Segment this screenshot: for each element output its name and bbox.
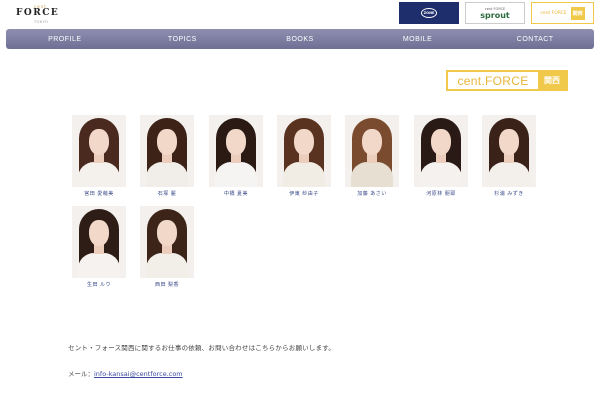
talent-card[interactable]: 杉浦 みずき: [482, 115, 536, 197]
talent-photo[interactable]: [72, 206, 126, 278]
talent-name[interactable]: 石塚 麗: [140, 190, 194, 197]
talent-name[interactable]: 生田 ルウ: [72, 281, 126, 288]
site-header: cent FORCE TOKYO ZONE cent FORCE sprout …: [0, 0, 600, 28]
talent-card[interactable]: 伊東 紗由子: [277, 115, 331, 197]
talent-card[interactable]: 河原林 朋耶: [414, 115, 468, 197]
talent-card[interactable]: 石塚 麗: [140, 115, 194, 197]
talent-card[interactable]: 加藤 あさい: [345, 115, 399, 197]
mail-link[interactable]: info-kansai@centforce.com: [94, 370, 183, 378]
contact-info-text: セント・フォース関西に関するお仕事の依頼、お問い合わせはこちらからお願いします。: [68, 344, 336, 352]
mail-label: メール：: [68, 370, 94, 378]
logo-sub-text: TOKYO: [34, 20, 49, 24]
nav-item-contact[interactable]: CONTACT: [476, 29, 594, 49]
talent-photo[interactable]: [414, 115, 468, 187]
talent-name[interactable]: 杉浦 みずき: [482, 190, 536, 197]
talent-card[interactable]: 生田 ルウ: [72, 206, 126, 288]
talent-photo[interactable]: [140, 206, 194, 278]
zone-banner[interactable]: ZONE: [399, 2, 459, 24]
contact-mail-line: メール：info-kansai@centforce.com: [68, 368, 183, 378]
logo-main-text: FORCE: [16, 8, 60, 18]
talent-card[interactable]: 中橋 夏美: [209, 115, 263, 197]
talent-photo[interactable]: [140, 115, 194, 187]
main-nav: PROFILE TOPICS BOOKS MOBILE CONTACT: [6, 29, 594, 49]
nav-item-books[interactable]: BOOKS: [241, 29, 359, 49]
badge-text: cent.FORCE: [457, 73, 529, 88]
sprout-banner[interactable]: cent FORCE sprout: [465, 2, 525, 24]
talent-photo[interactable]: [345, 115, 399, 187]
zone-logo-icon: ZONE: [421, 8, 437, 18]
nav-item-mobile[interactable]: MOBILE: [359, 29, 477, 49]
talent-name[interactable]: 河原林 朋耶: [414, 190, 468, 197]
zone-label: ZONE: [423, 11, 435, 15]
talent-card[interactable]: 西田 梨香: [140, 206, 194, 288]
centforce-kansai-badge: cent.FORCE 関西: [446, 70, 568, 91]
talent-photo[interactable]: [482, 115, 536, 187]
talent-photo[interactable]: [209, 115, 263, 187]
kansai-banner[interactable]: cent FORCE 関西: [531, 2, 594, 24]
talent-name[interactable]: 伊東 紗由子: [277, 190, 331, 197]
talent-name[interactable]: 西田 梨香: [140, 281, 194, 288]
badge-region: 関西: [538, 72, 566, 89]
talent-card[interactable]: 宮田 愛萌美: [72, 115, 126, 197]
talent-name[interactable]: 宮田 愛萌美: [72, 190, 126, 197]
nav-item-topics[interactable]: TOPICS: [124, 29, 242, 49]
talent-photo[interactable]: [72, 115, 126, 187]
talent-name[interactable]: 中橋 夏美: [209, 190, 263, 197]
nav-item-profile[interactable]: PROFILE: [6, 29, 124, 49]
kansai-banner-text: cent FORCE: [540, 10, 567, 16]
kansai-banner-region: 関西: [570, 6, 585, 20]
talent-photo[interactable]: [277, 115, 331, 187]
sprout-main-text: sprout: [480, 10, 510, 20]
talent-name[interactable]: 加藤 あさい: [345, 190, 399, 197]
site-logo[interactable]: cent FORCE TOKYO: [16, 4, 76, 26]
